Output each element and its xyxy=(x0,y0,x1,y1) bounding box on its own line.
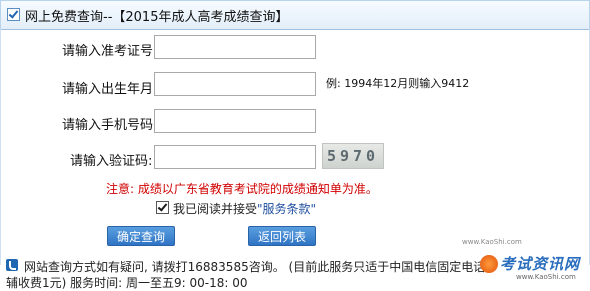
exam-id-label: 请输入准考证号: xyxy=(62,44,158,59)
birth-input[interactable] xyxy=(154,72,316,96)
phone-label: 请输入手机号码: xyxy=(62,118,158,133)
watermark-brand: 考试资讯网 xyxy=(500,255,581,273)
captcha-label: 请输入验证码: xyxy=(70,154,153,169)
page-title: 网上免费查询--【2015年成人高考成绩查询】 xyxy=(25,6,288,25)
footer-line-1: 网站查询方式如有疑问, 请拨打16883585咨询。 (目前此服务只适于中国电信… xyxy=(24,260,486,274)
captcha-input[interactable] xyxy=(154,145,316,169)
notice-text: 注意: 成绩以广东省教育考试院的成绩通知单为准。 xyxy=(106,182,378,196)
terms-link[interactable]: "服务条款" xyxy=(257,202,316,216)
phone-input[interactable] xyxy=(154,109,316,133)
terms-agreement[interactable]: 我已阅读并接受"服务条款" xyxy=(156,200,316,217)
page-header: 网上免费查询--【2015年成人高考成绩查询】 xyxy=(0,0,590,30)
title-exam: 【2015年成人高考成绩查询】 xyxy=(112,10,289,25)
back-to-list-button[interactable]: 返回列表 xyxy=(248,226,316,246)
submit-query-button[interactable]: 确定查询 xyxy=(107,226,175,246)
captcha-image[interactable]: 5970 xyxy=(322,143,384,169)
birth-example-hint: 例: 1994年12月则输入9412 xyxy=(326,77,470,90)
agree-checkbox[interactable] xyxy=(156,201,169,214)
title-prefix: 网上免费查询-- xyxy=(25,10,113,25)
agree-label: 我已阅读并接受 xyxy=(173,202,258,216)
watermark-url-top: www.KaoShi.com xyxy=(462,238,522,246)
exam-id-input[interactable] xyxy=(154,35,316,59)
phone-icon xyxy=(6,259,18,271)
footer-line-2: 辅收费1元) 服务时间: 周一至五9: 00-18: 00 xyxy=(6,276,248,290)
watermark-logo-icon xyxy=(480,255,498,273)
site-watermark: 考试资讯网 www.KaoShi.com xyxy=(478,251,588,289)
header-check-icon xyxy=(7,8,20,21)
birth-label: 请输入出生年月: xyxy=(62,82,158,97)
watermark-url: www.KaoShi.com xyxy=(516,273,576,281)
